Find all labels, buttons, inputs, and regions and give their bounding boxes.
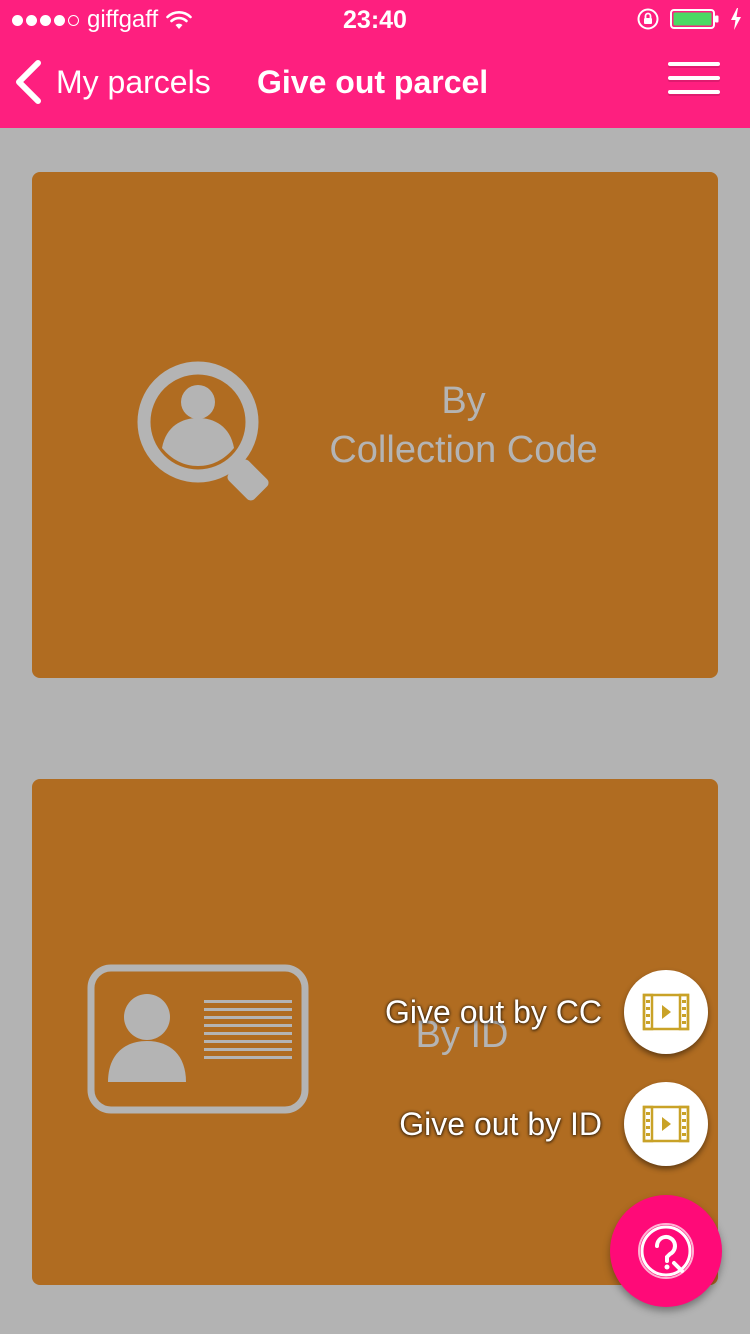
give-out-by-cc-video-button[interactable] — [624, 970, 708, 1054]
give-out-by-id-video-option[interactable]: Give out by ID — [399, 1082, 708, 1166]
navigation-bar: My parcels Give out parcel — [0, 40, 750, 128]
give-out-by-cc-video-option[interactable]: Give out by CC — [385, 970, 708, 1054]
give-out-by-id-video-label: Give out by ID — [399, 1105, 602, 1142]
video-film-icon — [642, 993, 690, 1031]
give-out-by-cc-video-label: Give out by CC — [385, 993, 602, 1030]
menu-line — [668, 90, 720, 94]
status-right — [636, 7, 742, 31]
battery-icon — [670, 9, 719, 29]
help-question-icon — [638, 1223, 694, 1279]
collection-code-label: By Collection Code — [302, 377, 625, 475]
collection-code-label-line2: Collection Code — [329, 429, 598, 471]
hamburger-menu-button[interactable] — [668, 62, 720, 106]
menu-line — [668, 62, 720, 66]
back-label: My parcels — [56, 63, 211, 100]
chevron-left-icon — [16, 60, 41, 104]
search-user-icon — [137, 361, 269, 501]
menu-line — [668, 76, 720, 80]
page-title: Give out parcel — [257, 64, 489, 100]
charging-bolt-icon — [731, 8, 741, 30]
help-fab-button[interactable] — [610, 1195, 722, 1307]
give-out-by-collection-code-card[interactable]: By Collection Code — [32, 172, 718, 678]
give-out-by-id-video-button[interactable] — [624, 1082, 708, 1166]
back-button[interactable]: My parcels — [14, 60, 211, 104]
video-film-icon — [642, 1105, 690, 1143]
orientation-lock-icon — [637, 8, 659, 30]
id-card-icon — [87, 964, 309, 1114]
collection-code-label-line1: By — [441, 380, 486, 422]
status-bar: giffgaff 23:40 — [0, 0, 750, 40]
